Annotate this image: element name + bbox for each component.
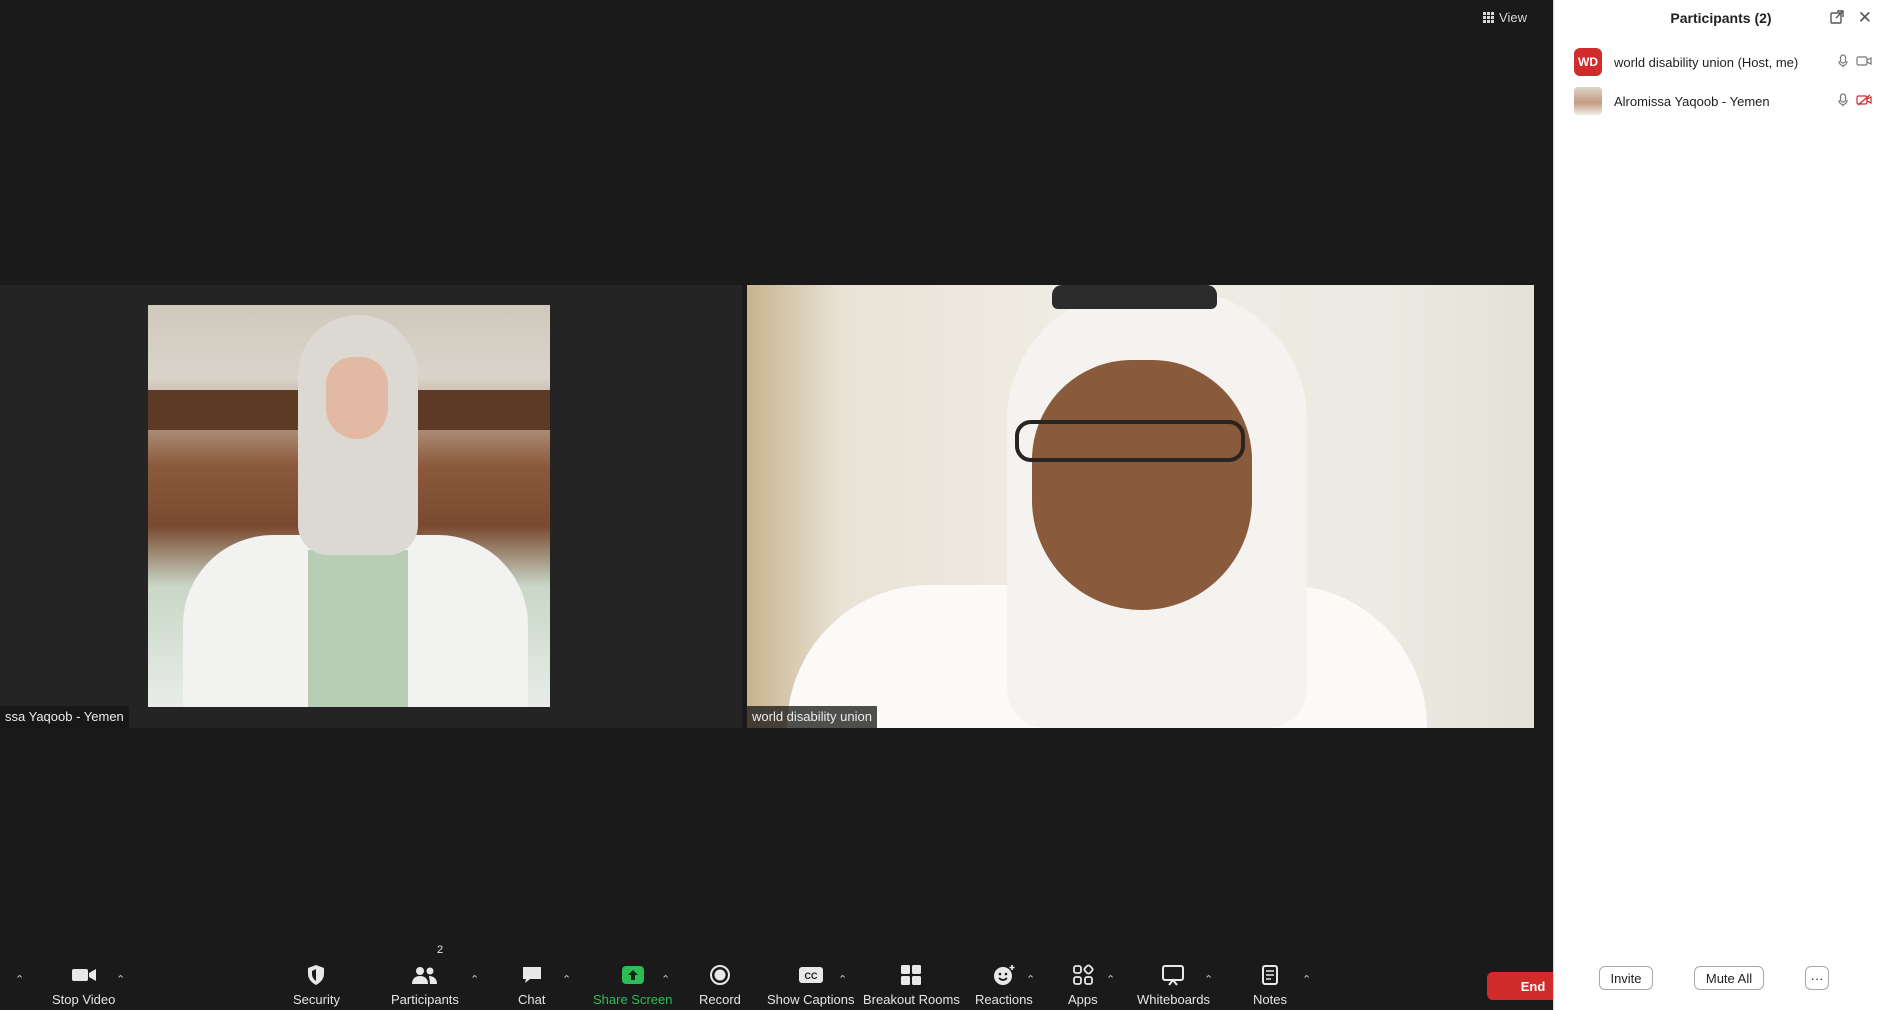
video-tile-world-disability-union[interactable]: world disability union xyxy=(747,285,1534,728)
cc-icon: CC xyxy=(798,960,824,990)
participants-options-caret[interactable]: ⌃ xyxy=(470,973,479,986)
apps-button[interactable]: Apps xyxy=(1068,960,1098,1007)
view-button[interactable]: View xyxy=(1479,8,1531,27)
video-options-caret[interactable]: ⌃ xyxy=(116,973,125,986)
microphone-icon[interactable] xyxy=(1838,92,1848,110)
people-icon xyxy=(411,960,439,990)
avatar xyxy=(1574,87,1602,115)
reactions-button[interactable]: Reactions xyxy=(975,960,1033,1007)
whiteboards-options-caret[interactable]: ⌃ xyxy=(1204,973,1213,986)
breakout-rooms-button[interactable]: Breakout Rooms xyxy=(863,960,960,1007)
more-options-button[interactable]: ··· xyxy=(1805,966,1829,990)
video-camera-off-icon[interactable] xyxy=(1856,94,1872,109)
participants-button[interactable]: Participants xyxy=(391,960,459,1007)
avatar: WD xyxy=(1574,48,1602,76)
security-button[interactable]: Security xyxy=(293,960,340,1007)
reactions-options-caret[interactable]: ⌃ xyxy=(1026,973,1035,986)
participants-panel: Participants (2) ✕ WD world disability u… xyxy=(1553,0,1888,1010)
chat-button[interactable]: Chat xyxy=(518,960,545,1007)
participant-video-world-disability-union xyxy=(747,285,1534,728)
video-camera-icon xyxy=(71,960,97,990)
chat-options-caret[interactable]: ⌃ xyxy=(562,973,571,986)
participant-name: world disability union (Host, me) xyxy=(1614,54,1799,70)
microphone-icon[interactable] xyxy=(1838,53,1848,71)
grid-icon xyxy=(1483,12,1495,23)
apps-options-caret[interactable]: ⌃ xyxy=(1106,973,1115,986)
participants-count-badge: 2 xyxy=(437,944,444,956)
popout-icon[interactable] xyxy=(1830,10,1844,27)
video-camera-icon[interactable] xyxy=(1856,55,1872,70)
meeting-toolbar: ⌃ Stop Video ⌃ Security Participants 2 ⌃… xyxy=(0,938,1579,1010)
meeting-area: View ssa Yaqoob - Yemen world disability… xyxy=(0,0,1579,1010)
close-icon[interactable]: ✕ xyxy=(1858,8,1872,28)
video-tile-alromissa[interactable]: ssa Yaqoob - Yemen xyxy=(0,285,742,728)
whiteboards-button[interactable]: Whiteboards xyxy=(1137,960,1210,1007)
shield-icon xyxy=(306,960,326,990)
whiteboard-icon xyxy=(1161,960,1185,990)
chevron-up-icon[interactable]: ⌃ xyxy=(15,973,24,986)
name-tag: world disability union xyxy=(747,706,877,728)
share-screen-icon xyxy=(621,960,645,990)
stop-video-button[interactable]: Stop Video xyxy=(52,960,115,1007)
name-tag: ssa Yaqoob - Yemen xyxy=(0,706,129,728)
apps-icon xyxy=(1072,960,1094,990)
captions-options-caret[interactable]: ⌃ xyxy=(838,973,847,986)
smiley-icon xyxy=(992,960,1016,990)
participant-row[interactable]: Alromissa Yaqoob - Yemen xyxy=(1574,86,1872,116)
participant-name: Alromissa Yaqoob - Yemen xyxy=(1614,93,1770,109)
notes-button[interactable]: Notes xyxy=(1253,960,1287,1007)
record-button[interactable]: Record xyxy=(699,960,741,1007)
view-label: View xyxy=(1499,10,1527,25)
notes-options-caret[interactable]: ⌃ xyxy=(1302,973,1311,986)
share-options-caret[interactable]: ⌃ xyxy=(661,973,670,986)
invite-button[interactable]: Invite xyxy=(1599,966,1653,990)
notes-icon xyxy=(1260,960,1280,990)
chat-bubble-icon xyxy=(521,960,543,990)
panel-footer: Invite Mute All ··· xyxy=(1554,966,1888,996)
svg-text:CC: CC xyxy=(804,971,817,981)
breakout-rooms-icon xyxy=(900,960,922,990)
mute-all-button[interactable]: Mute All xyxy=(1694,966,1764,990)
participant-row[interactable]: WD world disability union (Host, me) xyxy=(1574,47,1872,77)
zoom-window: View ssa Yaqoob - Yemen world disability… xyxy=(0,0,1888,1010)
participant-video-alromissa xyxy=(148,305,550,707)
record-icon xyxy=(709,960,731,990)
